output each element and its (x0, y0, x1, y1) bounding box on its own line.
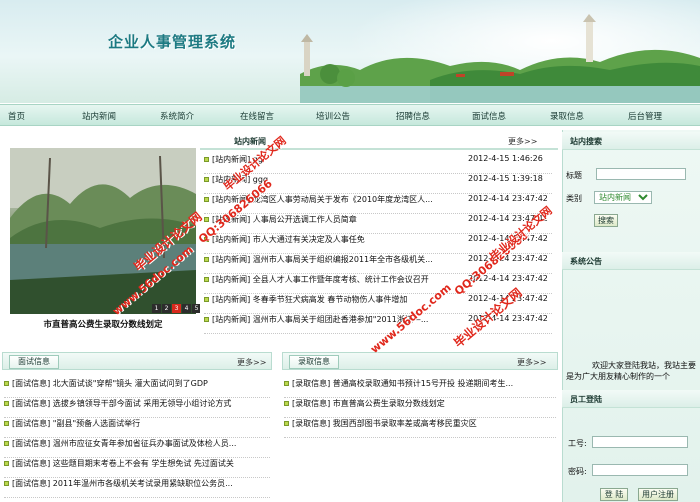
admission-row-title[interactable]: [录取信息] 市直普高公费生录取分数线划定 (292, 399, 445, 408)
announcement-panel-header: 系统公告 (562, 252, 700, 270)
news-row-title[interactable]: [站内新闻] 市人大通过有关决定及人事任免 (212, 235, 365, 244)
interview-row[interactable]: [面试信息] 温州市应征女青年参加省征兵办事面试及体检人员... (4, 438, 270, 458)
login-password-input[interactable] (592, 464, 688, 476)
news-more-link[interactable]: 更多>> (508, 136, 537, 147)
nav-item-home[interactable]: 首页 (8, 110, 25, 122)
login-id-label: 工号: (568, 439, 587, 448)
news-row-date: 2012-4-14 23:47:42 (468, 194, 548, 203)
interview-row[interactable]: [面试信息] 这些题目期末考卷上不会有 学生想免试 先过面试关 (4, 458, 270, 478)
news-panel-title: 站内新闻 (234, 137, 266, 146)
interview-row-title[interactable]: [面试信息] 2011年温州市各级机关考试录用紧缺职位公务员... (12, 479, 233, 488)
bullet-icon (284, 421, 289, 426)
search-panel-title: 站内搜索 (570, 137, 602, 146)
nav-item-admin[interactable]: 后台管理 (628, 110, 662, 122)
interview-row[interactable]: [面试信息] 北大面试谈"穿帮"镜头 灌大面试问到了GDP (4, 378, 270, 398)
admission-panel-header: 录取信息 更多>> (282, 352, 558, 370)
nav-item-recruit[interactable]: 招聘信息 (396, 110, 430, 122)
search-category-label: 类别 (566, 194, 582, 203)
nav-item-training[interactable]: 培训公告 (316, 110, 350, 122)
search-button[interactable]: 搜索 (594, 214, 618, 227)
bullet-icon (4, 461, 9, 466)
register-button[interactable]: 用户注册 (638, 488, 678, 501)
site-title: 企业人事管理系统 (108, 33, 237, 51)
admission-panel: 录取信息 更多>> [录取信息] 普通高校录取通知书预计15号开投 投递期间考生… (282, 352, 558, 442)
bullet-icon (204, 317, 209, 322)
bullet-icon (204, 277, 209, 282)
banner-landscape (300, 14, 700, 103)
nav-item-admission[interactable]: 录取信息 (550, 110, 584, 122)
interview-row[interactable]: [面试信息] "副县"预备人选面试举行 (4, 418, 270, 438)
news-header-line (200, 148, 558, 150)
thumb-2[interactable]: 2 (162, 304, 171, 313)
news-row-date: 2012-4-15 1:46:26 (468, 154, 543, 163)
search-panel: 站内搜索 标题 类别 站内新闻 搜索 (562, 132, 700, 244)
thumb-3[interactable]: 3 (172, 304, 181, 313)
interview-panel-header: 面试信息 更多>> (2, 352, 272, 370)
thumb-4[interactable]: 4 (182, 304, 191, 313)
admission-row-title[interactable]: [录取信息] 我国西部图书录取率差或高考移民重灾区 (292, 419, 477, 428)
bullet-icon (4, 481, 9, 486)
news-row[interactable]: [站内新闻] 人事局公开选调工作人员简章 2012-4-14 23:47:42 (204, 214, 552, 234)
search-title-input[interactable] (596, 168, 686, 180)
news-row-date: 2012-4-15 1:39:18 (468, 174, 543, 183)
admission-panel-title: 录取信息 (289, 355, 339, 369)
login-id-input[interactable] (592, 436, 688, 448)
news-row-title[interactable]: [站内新闻] 全县人才人事工作暨年度考核、统计工作会议召开 (212, 275, 429, 284)
news-row-title[interactable]: [站内新闻] 冬春季节狂犬病高发 春节动物伤人事件增加 (212, 295, 407, 304)
bullet-icon (4, 421, 9, 426)
interview-panel-title: 面试信息 (9, 355, 59, 369)
interview-row-title[interactable]: [面试信息] 温州市应征女青年参加省征兵办事面试及体检人员... (12, 439, 236, 448)
thumb-1[interactable]: 1 (152, 304, 161, 313)
nav-item-interview[interactable]: 面试信息 (472, 110, 506, 122)
bullet-icon (204, 177, 209, 182)
announcement-panel: 系统公告 欢迎大家登陆我站，我站主要是为广大朋友精心制作的一个 (562, 252, 700, 384)
bullet-icon (204, 197, 209, 202)
photo-caption[interactable]: 市直普高公费生录取分数线划定 (10, 318, 196, 330)
bullet-icon (4, 441, 9, 446)
bullet-icon (284, 381, 289, 386)
header-banner: 企业人事管理系统 (0, 0, 700, 103)
admission-row[interactable]: [录取信息] 我国西部图书录取率差或高考移民重灾区 (284, 418, 556, 438)
interview-row-title[interactable]: [面试信息] "副县"预备人选面试举行 (12, 419, 140, 428)
bullet-icon (204, 157, 209, 162)
login-panel-title: 员工登陆 (570, 395, 602, 404)
interview-row-title[interactable]: [面试信息] 选拔乡镇领导干部今面试 采用无领导小组讨论方式 (12, 399, 231, 408)
search-title-label: 标题 (566, 171, 582, 180)
bullet-icon (204, 257, 209, 262)
nav-item-site-news[interactable]: 站内新闻 (82, 110, 116, 122)
main-nav: 首页 站内新闻 系统简介 在线留言 培训公告 招聘信息 面试信息 录取信息 后台… (0, 104, 700, 126)
admission-row[interactable]: [录取信息] 普通高校录取通知书预计15号开投 投递期间考生... (284, 378, 556, 398)
announcement-text: 欢迎大家登陆我站，我站主要是为广大朋友精心制作的一个 (566, 361, 696, 381)
news-row-title[interactable]: [站内新闻] 温州市人事局关于组织编报2011年全市各级机关... (212, 255, 433, 264)
bullet-icon (204, 297, 209, 302)
interview-row[interactable]: [面试信息] 2011年温州市各级机关考试录用紧缺职位公务员... (4, 478, 270, 498)
login-panel: 员工登陆 工号: 密码: 登 陆 用户注册 (562, 390, 700, 502)
login-button[interactable]: 登 陆 (600, 488, 628, 501)
bullet-icon (4, 401, 9, 406)
login-password-label: 密码: (568, 467, 587, 476)
login-panel-header: 员工登陆 (562, 390, 700, 408)
interview-panel: 面试信息 更多>> [面试信息] 北大面试谈"穿帮"镜头 灌大面试问到了GDP … (2, 352, 272, 498)
search-panel-header: 站内搜索 (562, 132, 700, 150)
interview-row[interactable]: [面试信息] 选拔乡镇领导干部今面试 采用无领导小组讨论方式 (4, 398, 270, 418)
admission-row[interactable]: [录取信息] 市直普高公费生录取分数线划定 (284, 398, 556, 418)
nav-item-message[interactable]: 在线留言 (240, 110, 274, 122)
news-row[interactable]: [站内新闻] 全县人才人事工作暨年度考核、统计工作会议召开 2012-4-14 … (204, 274, 552, 294)
bullet-icon (284, 401, 289, 406)
admission-row-title[interactable]: [录取信息] 普通高校录取通知书预计15号开投 投递期间考生... (292, 379, 513, 388)
search-category-select[interactable]: 站内新闻 (594, 191, 652, 204)
bullet-icon (4, 381, 9, 386)
admission-more-link[interactable]: 更多>> (517, 357, 546, 368)
announcement-panel-title: 系统公告 (570, 257, 602, 266)
nav-item-system-intro[interactable]: 系统简介 (160, 110, 194, 122)
interview-more-link[interactable]: 更多>> (237, 357, 266, 368)
interview-row-title[interactable]: [面试信息] 这些题目期末考卷上不会有 学生想免试 先过面试关 (12, 459, 234, 468)
interview-row-title[interactable]: [面试信息] 北大面试谈"穿帮"镜头 灌大面试问到了GDP (12, 379, 208, 388)
